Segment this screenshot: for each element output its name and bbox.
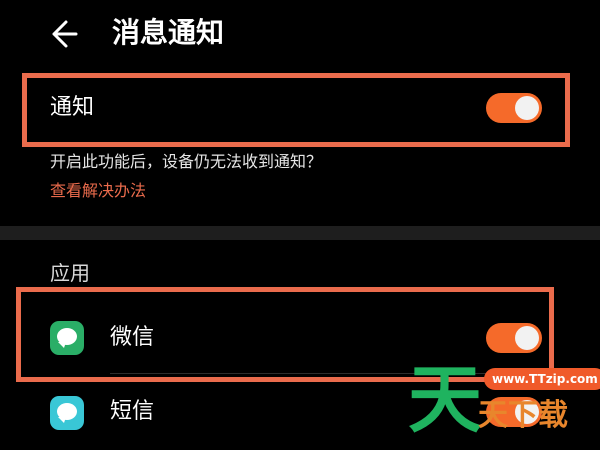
apps-section-title: 应用	[50, 261, 90, 285]
watermark-text: 天下载	[478, 398, 568, 433]
notification-label: 通知	[50, 95, 95, 120]
solution-link[interactable]: 查看解决办法	[50, 180, 146, 202]
app-name: 微信	[110, 325, 155, 350]
back-button[interactable]	[46, 14, 90, 54]
watermark-logo: 天	[408, 357, 482, 443]
watermark-url: www.TTzip.com	[484, 368, 600, 390]
toggle-knob	[515, 96, 539, 120]
page-title: 消息通知	[112, 16, 225, 49]
wechat-toggle[interactable]	[486, 323, 542, 353]
sms-icon	[50, 396, 84, 430]
toggle-knob	[515, 326, 539, 350]
site-watermark: 天 www.TTzip.com 天下载	[408, 352, 600, 450]
notification-hint: 开启此功能后，设备仍无法收到通知？	[50, 152, 323, 171]
section-divider	[0, 226, 600, 240]
header: 消息通知	[0, 0, 600, 64]
arrow-left-icon	[52, 20, 78, 48]
wechat-icon	[50, 321, 84, 355]
notification-toggle[interactable]	[486, 93, 542, 123]
app-name: 短信	[110, 399, 155, 424]
